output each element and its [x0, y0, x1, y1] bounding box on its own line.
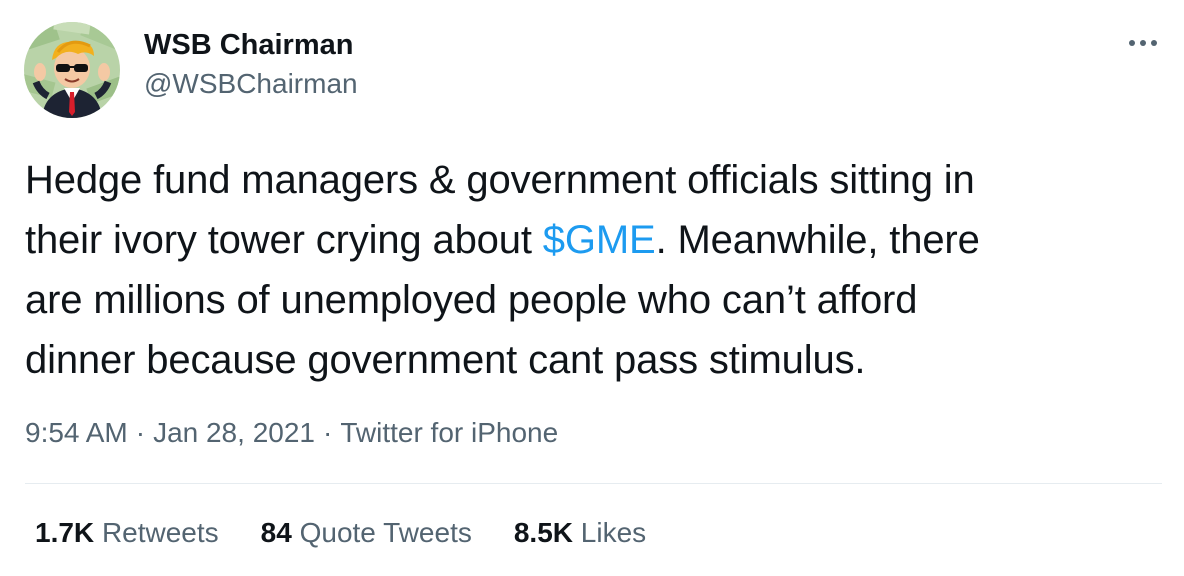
display-name[interactable]: WSB Chairman: [144, 28, 353, 62]
likes-stat[interactable]: 8.5K Likes: [514, 515, 646, 551]
avatar[interactable]: [24, 22, 120, 118]
tweet-text-line: their ivory tower crying about $GME. Mea…: [25, 210, 1135, 270]
user-handle[interactable]: @WSBChairman: [144, 67, 358, 101]
wsb-mascot-avatar-icon: [24, 22, 120, 118]
divider: [25, 483, 1162, 484]
tweet-text-segment: their ivory tower crying about: [25, 218, 543, 262]
retweets-label: Retweets: [101, 517, 219, 548]
likes-label: Likes: [580, 517, 647, 548]
separator: ·: [135, 417, 146, 448]
retweets-stat[interactable]: 1.7K Retweets: [35, 515, 219, 551]
tweet-stats: 1.7K Retweets 84 Quote Tweets 8.5K Likes: [35, 515, 688, 551]
tweet-metadata: 9:54 AM · Jan 28, 2021 · Twitter for iPhone: [25, 415, 558, 451]
tweet-source[interactable]: Twitter for iPhone: [340, 417, 558, 448]
tweet-card: WSB Chairman @WSBChairman Hedge fund man…: [0, 0, 1184, 576]
more-horizontal-icon: [1129, 40, 1157, 46]
tweet-time[interactable]: 9:54 AM: [25, 417, 128, 448]
tweet-date[interactable]: Jan 28, 2021: [153, 417, 315, 448]
cashtag-link[interactable]: $GME: [543, 218, 656, 262]
more-options-button[interactable]: [1122, 30, 1164, 56]
separator: ·: [322, 417, 333, 448]
retweets-count: 1.7K: [35, 517, 95, 548]
tweet-text: Hedge fund managers & government officia…: [25, 150, 1135, 390]
tweet-text-segment: . Meanwhile, there: [655, 218, 980, 262]
likes-count: 8.5K: [513, 517, 574, 548]
tweet-text-line: are millions of unemployed people who ca…: [25, 278, 918, 322]
quote-tweets-stat[interactable]: 84 Quote Tweets: [261, 515, 472, 551]
tweet-text-line: Hedge fund managers & government officia…: [25, 158, 975, 202]
tweet-text-line: dinner because government cant pass stim…: [25, 338, 866, 382]
quote-tweets-count: 84: [260, 517, 292, 548]
quote-tweets-label: Quote Tweets: [299, 517, 472, 548]
